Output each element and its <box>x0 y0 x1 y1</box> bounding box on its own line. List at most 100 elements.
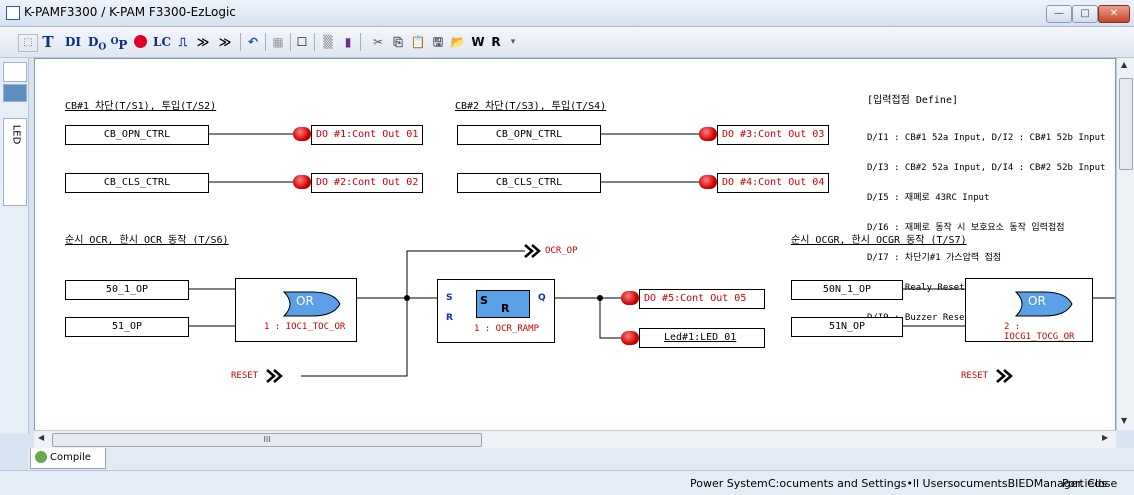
left-tab-blank[interactable] <box>3 62 27 82</box>
define-line: D/I3 : CB#2 52a Input, D/I4 : CB#2 52b I… <box>867 163 1106 173</box>
scroll-thumb-grip: III <box>263 435 271 444</box>
scroll-down-icon[interactable]: ▼ <box>1121 416 1127 425</box>
scroll-right-icon[interactable]: ▶ <box>1102 433 1108 442</box>
sr-pin-r: R <box>446 313 453 323</box>
grid-icon[interactable]: ▦ <box>270 32 286 52</box>
or-gate-1[interactable]: OR 1 : IOC1_TOC_OR <box>235 278 357 342</box>
output-p-tool[interactable]: OP <box>110 32 128 52</box>
input-50-1-op[interactable]: 50_1_OP <box>65 280 189 300</box>
or-gate-2-label: 2 : IOCG1_TOCG_OR <box>1004 322 1075 342</box>
sr-inner-s: S <box>480 294 488 307</box>
led-tab[interactable]: LED <box>3 118 27 206</box>
led-tool-icon[interactable] <box>132 32 148 52</box>
pulse-tool-icon[interactable]: ⎍ <box>175 32 191 52</box>
sr-inner-symbol: S R <box>476 290 530 318</box>
vertical-scroll-thumb[interactable] <box>1119 78 1133 170</box>
output-do3-label: DO #3:Cont Out 03 <box>722 129 825 140</box>
digital-output-tool[interactable]: DO <box>88 32 106 52</box>
select-tool-icon[interactable]: ⬚ <box>18 34 38 52</box>
output-do2-label: DO #2:Cont Out 02 <box>316 177 419 188</box>
minimize-button[interactable]: — <box>1046 5 1072 23</box>
section-cb1-title: CB#1 차단(T/S1), 투입(T/S2) <box>65 101 217 112</box>
or-gate-1-label: 1 : IOC1_TOC_OR <box>264 322 346 332</box>
input-cb-opn-ctrl-1[interactable]: CB_OPN_CTRL <box>65 125 209 145</box>
output-lamp-icon <box>621 291 639 305</box>
scroll-left-icon[interactable]: ◀ <box>38 433 44 442</box>
define-line: D/I1 : CB#1 52a Input, D/I2 : CB#1 52b I… <box>867 133 1106 143</box>
define-line: D/I5 : 재폐로 43RC Input <box>867 193 990 203</box>
or-gate-2[interactable]: OR 2 : IOCG1_TOCG_OR <box>965 278 1093 342</box>
define-line: D/I6 : 재폐로 동작 시 보호요소 동작 입력접점 <box>867 223 1065 233</box>
bottom-tab-bar: Compile <box>28 448 1134 470</box>
output-lamp-icon <box>293 175 311 189</box>
input-50n-1-op[interactable]: 50N_1_OP <box>791 280 903 300</box>
output-do4[interactable]: DO #4:Cont Out 04 <box>717 173 829 193</box>
sr-latch-block[interactable]: S R Q S R 1 : OCR_RAMP <box>437 279 555 343</box>
output-led1[interactable]: Led#1:LED 01 <box>639 328 765 348</box>
text-tool-label: T <box>42 33 54 51</box>
output-do5[interactable]: DO #5:Cont Out 05 <box>639 289 765 309</box>
output-led1-label: Led#1:LED 01 <box>664 332 737 343</box>
toolbar-overflow-icon[interactable]: ▾ <box>508 32 518 52</box>
output-do3[interactable]: DO #3:Cont Out 03 <box>717 125 829 145</box>
or-gate-2-text: OR <box>1028 294 1046 308</box>
sr-pin-q: Q <box>538 293 546 303</box>
color-fill-icon[interactable]: ▮ <box>340 32 356 52</box>
signal-reset-2[interactable]: RESET <box>961 367 988 385</box>
horizontal-scroll-thumb[interactable]: III <box>52 433 482 447</box>
op-label: P <box>118 38 128 52</box>
save-icon[interactable]: 🖫 <box>430 32 446 52</box>
output-do1[interactable]: DO #1:Cont Out 01 <box>311 125 423 145</box>
output-do5-label: DO #5:Cont Out 05 <box>644 293 747 304</box>
digital-input-tool[interactable]: DI <box>62 32 84 52</box>
vertical-scrollbar[interactable]: ▲ ▼ <box>1116 58 1134 430</box>
cut-icon[interactable]: ✂ <box>370 32 386 52</box>
toolbar: ⬚ T DI DO OP LC ⎍ ≫ ≫ ↶ ▦ ☐ ▒ ▮ ✂ ⎘ 📋 🖫 … <box>0 27 1134 58</box>
input-cb-opn-ctrl-2[interactable]: CB_OPN_CTRL <box>457 125 601 145</box>
input-cb-cls-ctrl-2[interactable]: CB_CLS_CTRL <box>457 173 601 193</box>
input-51-op[interactable]: 51_OP <box>65 317 189 337</box>
input-cb-cls-ctrl-1[interactable]: CB_CLS_CTRL <box>65 173 209 193</box>
title-bar: K-PAMF3300 / K-PAM F3300-EzLogic — □ ✕ <box>0 0 1134 27</box>
left-tab-strip: LED <box>0 58 29 434</box>
maximize-button[interactable]: □ <box>1072 5 1098 23</box>
led-tab-label: LED <box>10 124 22 145</box>
lc-label: LC <box>153 35 171 49</box>
signal-in-icon[interactable]: ≫ <box>216 32 234 52</box>
app-icon <box>6 6 20 20</box>
define-title: [입력접점 Define] <box>867 95 958 106</box>
or-gate-1-text: OR <box>296 294 314 308</box>
text-tool[interactable]: T <box>40 32 56 52</box>
logic-tool[interactable]: LC <box>152 32 172 52</box>
signal-reset-1[interactable]: RESET <box>231 367 258 385</box>
output-do2[interactable]: DO #2:Cont Out 02 <box>311 173 423 193</box>
gray-fill-icon[interactable]: ▒ <box>320 32 336 52</box>
copy-icon[interactable]: ⎘ <box>390 32 406 52</box>
read-tool[interactable]: R <box>488 32 504 52</box>
do-label: D <box>88 35 99 49</box>
paste-icon[interactable]: 📋 <box>410 32 426 52</box>
compile-gear-icon <box>35 451 47 463</box>
write-tool[interactable]: W <box>470 32 486 52</box>
open-icon[interactable]: 📂 <box>450 32 466 52</box>
signal-ocr-op[interactable]: OCR_OP <box>545 242 578 260</box>
signal-out-icon[interactable]: ≫ <box>194 32 212 52</box>
status-bar: Power System C:ocuments and Settings•ll … <box>0 470 1134 495</box>
monitor-tab-icon[interactable] <box>3 84 27 102</box>
sr-latch-label: 1 : OCR_RAMP <box>474 324 540 334</box>
horizontal-scrollbar[interactable]: ◀ III ▶ <box>34 430 1116 448</box>
output-lamp-icon <box>699 127 717 141</box>
output-lamp-icon <box>293 127 311 141</box>
input-51n-op[interactable]: 51N_OP <box>791 317 903 337</box>
status-mode: Power System <box>690 477 768 490</box>
compile-tab-label: Compile <box>50 452 91 463</box>
close-button[interactable]: ✕ <box>1098 5 1130 23</box>
do-sub: O <box>98 42 107 53</box>
logic-canvas[interactable]: CB#1 차단(T/S1), 투입(T/S2) CB#2 차단(T/S3), 투… <box>34 58 1116 432</box>
scroll-up-icon[interactable]: ▲ <box>1121 60 1127 69</box>
box-icon[interactable]: ☐ <box>294 32 310 52</box>
window-title: K-PAMF3300 / K-PAM F3300-EzLogic <box>24 5 236 19</box>
compile-tab[interactable]: Compile <box>30 448 106 469</box>
undo-icon[interactable]: ↶ <box>245 32 261 52</box>
di-label: DI <box>64 35 82 49</box>
